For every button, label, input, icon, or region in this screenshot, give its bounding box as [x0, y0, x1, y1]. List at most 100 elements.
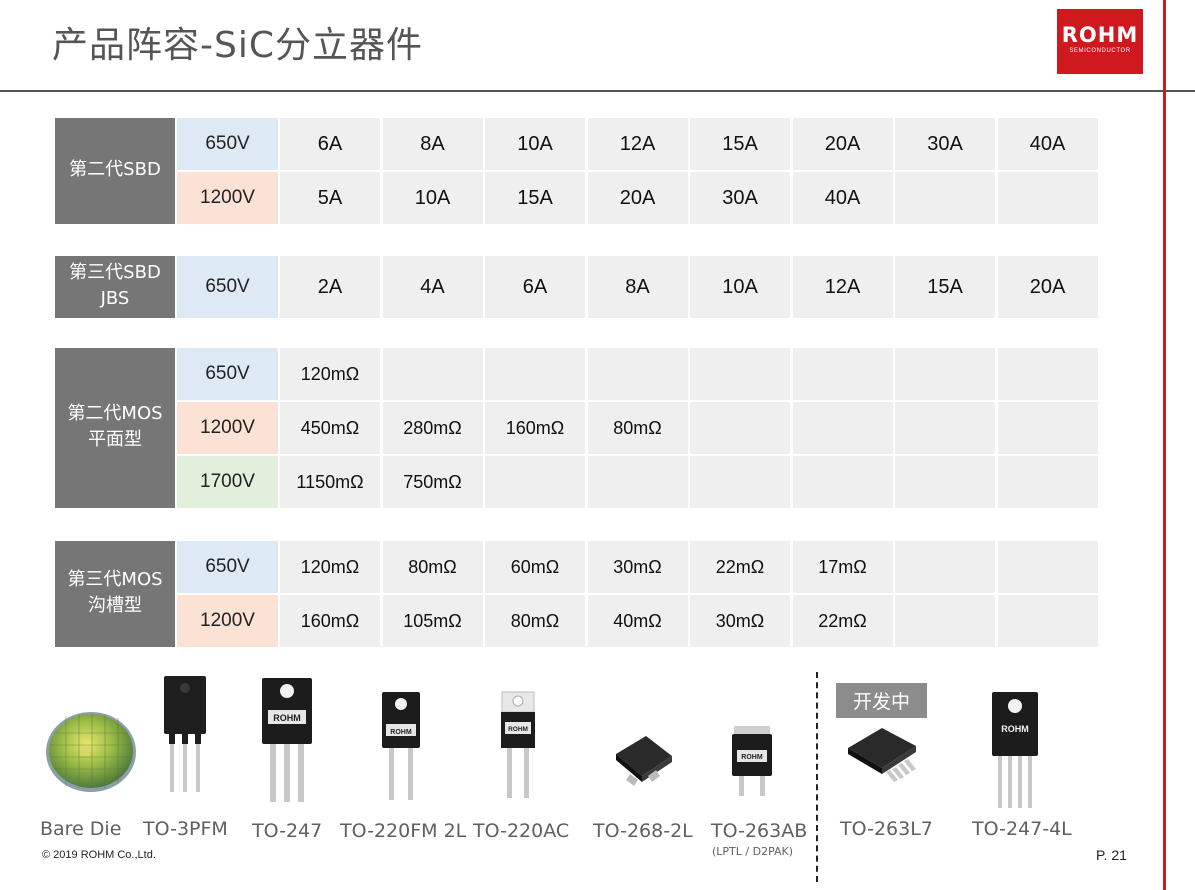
spec-cell: 30mΩ	[587, 541, 688, 593]
spec-cell: 10A	[485, 118, 585, 170]
spec-cell: 40A	[997, 118, 1098, 170]
spec-cell: 80mΩ	[587, 402, 688, 454]
to2474l-marking: ROHM	[1001, 724, 1029, 734]
to263l7-package-icon	[848, 728, 916, 782]
voltage-cell: 1200V	[177, 595, 278, 647]
group-label-line: 第三代MOS	[67, 569, 163, 590]
to220fm-package-icon: ROHM	[382, 692, 420, 800]
spec-cell	[895, 348, 995, 400]
package-label-to3pfm: TO-3PFM	[143, 818, 228, 840]
spec-cell	[997, 541, 1098, 593]
spec-cell	[895, 595, 995, 647]
spec-cell: 15A	[690, 118, 790, 170]
spec-cell: 6A	[485, 256, 585, 318]
package-label-bare-die: Bare Die	[40, 818, 122, 840]
spec-cell: 60mΩ	[485, 541, 585, 593]
spec-cell	[792, 456, 893, 508]
spec-cell: 20A	[792, 118, 893, 170]
spec-cell	[792, 348, 893, 400]
group-label-mos2: 第二代MOS 平面型	[55, 348, 175, 508]
spec-cell: 80mΩ	[382, 541, 483, 593]
group-label-line: 第二代MOS	[67, 403, 163, 424]
to247-marking: ROHM	[273, 713, 301, 723]
logo-subtitle: SEMICONDUCTOR	[1069, 48, 1131, 54]
copyright: © 2019 ROHM Co.,Ltd.	[42, 849, 156, 861]
spec-cell	[587, 348, 688, 400]
spec-cell: 17mΩ	[792, 541, 893, 593]
spec-cell: 105mΩ	[382, 595, 483, 647]
spec-cell	[997, 402, 1098, 454]
logo-wordmark: ROHM	[1061, 23, 1139, 47]
spec-cell	[792, 402, 893, 454]
package-sublabel-to263ab: (LPTL / D2PAK)	[712, 845, 794, 858]
spec-cell: 30A	[690, 172, 790, 224]
group-label-line: 第三代SBD	[69, 262, 161, 283]
spec-cell	[587, 456, 688, 508]
page-number: P. 21	[1096, 847, 1127, 863]
spec-cell	[997, 456, 1098, 508]
spec-cell: 5A	[280, 172, 380, 224]
voltage-cell: 650V	[177, 118, 278, 170]
package-label-to263l7: TO-263L7	[840, 818, 933, 840]
spec-cell: 20A	[587, 172, 688, 224]
spec-cell	[382, 348, 483, 400]
spec-cell	[895, 541, 995, 593]
group-label-line: JBS	[100, 288, 130, 309]
voltage-cell: 650V	[177, 541, 278, 593]
spec-cell: 30A	[895, 118, 995, 170]
voltage-cell: 650V	[177, 256, 278, 318]
spec-cell: 160mΩ	[280, 595, 380, 647]
spec-cell	[895, 456, 995, 508]
group-label-line: 平面型	[88, 429, 142, 450]
spec-cell: 2A	[280, 256, 380, 318]
wafer-icon	[46, 712, 136, 792]
spec-cell	[485, 348, 585, 400]
to263ab-marking: ROHM	[741, 754, 763, 761]
spec-cell	[895, 402, 995, 454]
to247-package-icon: ROHM	[262, 678, 312, 802]
spec-cell	[690, 456, 790, 508]
voltage-cell: 1200V	[177, 172, 278, 224]
spec-cell: 120mΩ	[280, 541, 380, 593]
spec-cell: 12A	[792, 256, 893, 318]
package-label-to247: TO-247	[252, 820, 323, 842]
group-label-line: 沟槽型	[88, 595, 142, 616]
page-title: 产品阵容-SiC分立器件	[52, 25, 423, 66]
package-label-to263ab: TO-263AB	[711, 820, 808, 842]
group-label-mos3: 第三代MOS 沟槽型	[55, 541, 175, 647]
spec-cell: 30mΩ	[690, 595, 790, 647]
spec-cell: 10A	[382, 172, 483, 224]
group-label-sbd2: 第二代SBD	[55, 118, 175, 224]
group-label-sbd3: 第三代SBD JBS	[55, 256, 175, 318]
spec-cell: 20A	[997, 256, 1098, 318]
spec-cell: 8A	[382, 118, 483, 170]
spec-cell: 6A	[280, 118, 380, 170]
spec-cell: 40A	[792, 172, 893, 224]
package-label-to268: TO-268-2L	[593, 820, 693, 842]
spec-cell	[690, 348, 790, 400]
package-label-to220fm: TO-220FM 2L	[340, 820, 467, 842]
spec-cell: 40mΩ	[587, 595, 688, 647]
development-divider	[816, 672, 818, 882]
package-label-to2474l: TO-247-4L	[972, 818, 1072, 840]
spec-cell: 160mΩ	[485, 402, 585, 454]
spec-cell: 450mΩ	[280, 402, 380, 454]
spec-cell: 750mΩ	[382, 456, 483, 508]
right-accent-bar	[1163, 0, 1166, 890]
spec-cell	[485, 456, 585, 508]
to220ac-package-icon: ROHM	[501, 691, 535, 798]
spec-cell: 12A	[587, 118, 688, 170]
spec-cell: 120mΩ	[280, 348, 380, 400]
to263ab-package-icon: ROHM	[732, 726, 772, 796]
to220fm-marking: ROHM	[390, 729, 412, 736]
voltage-cell: 1700V	[177, 456, 278, 508]
spec-cell	[997, 595, 1098, 647]
group-label-line: 第二代SBD	[69, 159, 161, 180]
in-development-badge: 开发中	[836, 683, 927, 718]
rohm-logo: ROHM SEMICONDUCTOR	[1057, 9, 1143, 74]
spec-cell: 8A	[587, 256, 688, 318]
spec-cell: 80mΩ	[485, 595, 585, 647]
spec-cell: 15A	[895, 256, 995, 318]
to220ac-marking: ROHM	[508, 726, 528, 733]
spec-cell: 1150mΩ	[280, 456, 380, 508]
